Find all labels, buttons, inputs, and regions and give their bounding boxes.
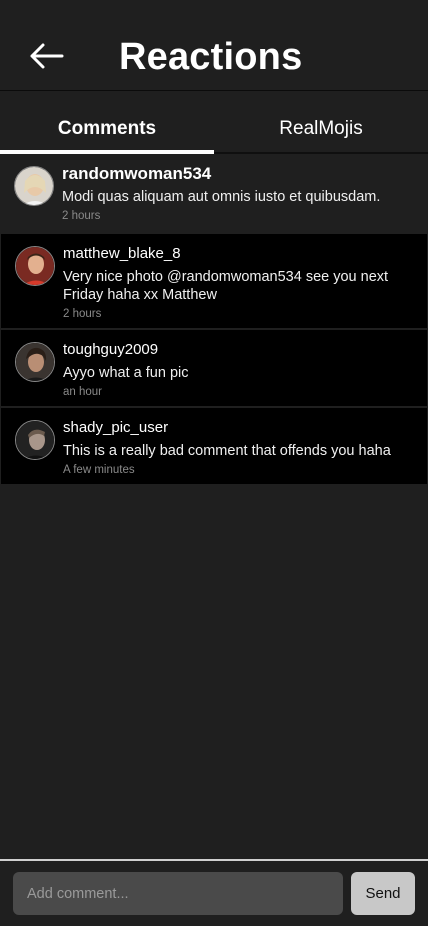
avatar[interactable] (15, 342, 55, 382)
avatar[interactable] (15, 246, 55, 286)
tab-bar: Comments RealMojis (0, 91, 428, 154)
send-button[interactable]: Send (351, 872, 415, 915)
comment-item: randomwoman534 Modi quas aliquam aut omn… (0, 154, 428, 234)
comment-text: Modi quas aliquam aut omnis iusto et qui… (62, 189, 381, 205)
comment-text: This is a really bad comment that offend… (63, 443, 391, 459)
back-button[interactable] (28, 40, 64, 72)
comment-timestamp: A few minutes (63, 464, 135, 476)
comment-item: matthew_blake_8 Very nice photo @randomw… (1, 234, 427, 330)
comment-composer: Send (0, 859, 428, 926)
comment-username[interactable]: shady_pic_user (63, 418, 413, 438)
comment-list: randomwoman534 Modi quas aliquam aut omn… (0, 154, 428, 486)
comment-item: shady_pic_user This is a really bad comm… (1, 408, 427, 486)
comment-timestamp: 2 hours (62, 210, 101, 222)
comment-username[interactable]: toughguy2009 (63, 340, 413, 360)
comment-text: Ayyo what a fun pic (63, 365, 189, 381)
avatar[interactable] (15, 420, 55, 460)
header: Reactions (0, 0, 428, 91)
tab-realmojis[interactable]: RealMojis (214, 91, 428, 152)
arrow-left-icon (30, 43, 64, 69)
tab-comments[interactable]: Comments (0, 91, 214, 154)
page-title: Reactions (119, 36, 303, 78)
avatar[interactable] (14, 166, 54, 206)
comment-input[interactable] (13, 872, 343, 915)
comment-timestamp: an hour (63, 386, 103, 398)
comment-timestamp: 2 hours (63, 308, 102, 320)
comment-text: Very nice photo @randomwoman534 see you … (63, 269, 389, 303)
comment-username[interactable]: matthew_blake_8 (63, 244, 413, 264)
comment-item: toughguy2009 Ayyo what a fun pic an hour (1, 330, 427, 408)
comment-username[interactable]: randomwoman534 (62, 164, 414, 184)
